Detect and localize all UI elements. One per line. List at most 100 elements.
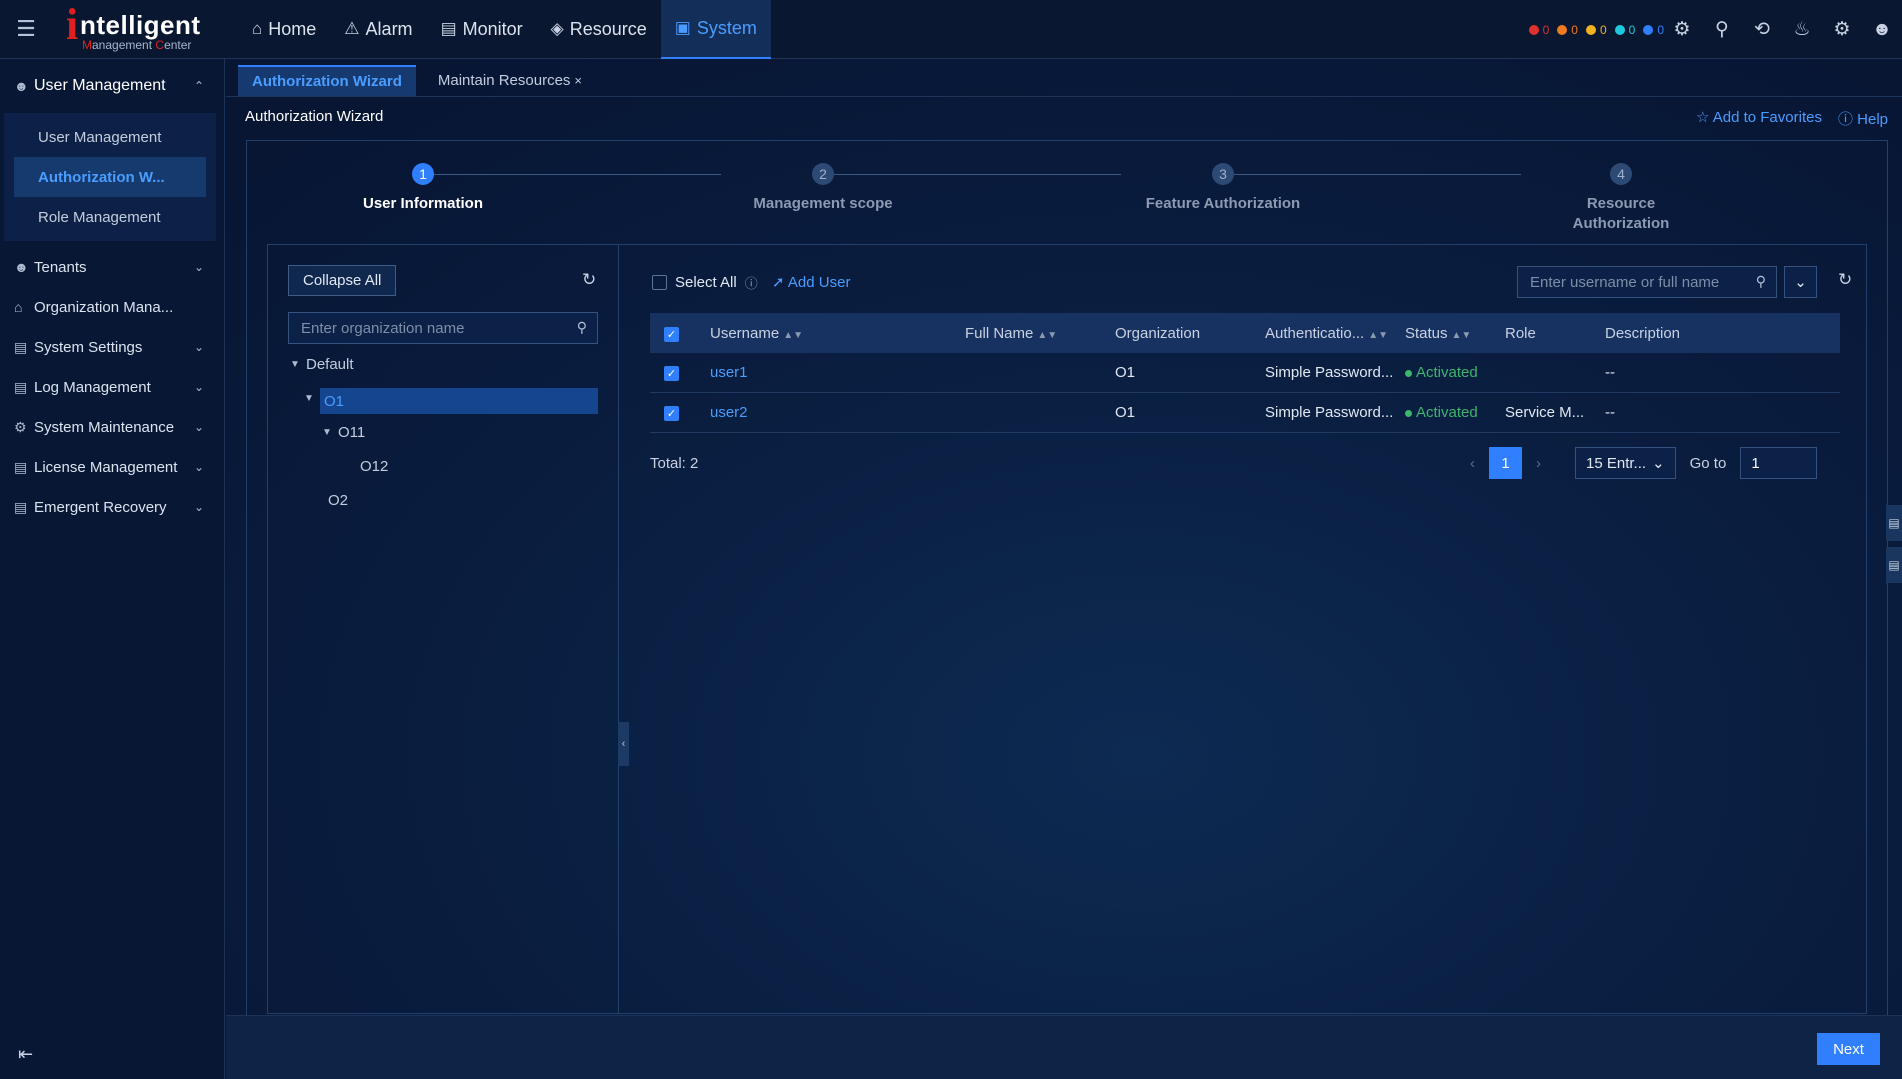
step-management-scope: 2 Management scope <box>723 160 923 214</box>
chevron-down-icon: ⌄ <box>193 340 204 354</box>
step-user-information: 1 User Information <box>323 160 523 214</box>
page-size-select[interactable]: 15 Entr... ⌄ <box>1575 447 1676 479</box>
add-user-button[interactable]: ➚ Add User <box>772 273 850 291</box>
collapse-panel-handle[interactable]: ‹ <box>618 722 629 766</box>
edge-tool-icon[interactable]: ▤ <box>1886 547 1902 583</box>
edge-tool-icon[interactable]: ▤ <box>1886 505 1902 541</box>
logo: i ntelligent Management Center <box>66 0 201 52</box>
sidebar-group-license-management[interactable]: ▤ License Management ⌄ <box>0 447 224 487</box>
user-management-submenu: User Management Authorization W... Role … <box>4 113 216 241</box>
sidebar-item-authorization-wizard[interactable]: Authorization W... <box>14 157 206 197</box>
tenant-icon: ☻ <box>14 259 29 275</box>
maintenance-icon: ⚙ <box>14 418 27 435</box>
sidebar-group-log-management[interactable]: ▤ Log Management ⌄ <box>0 367 224 407</box>
advanced-search-toggle[interactable]: ⌄ <box>1784 266 1817 298</box>
sidebar-group-tenants[interactable]: ☻ Tenants ⌄ <box>0 247 224 287</box>
user-search-input[interactable]: Enter username or full name ⚲ <box>1517 266 1777 298</box>
organization-cell: O1 <box>1115 404 1136 421</box>
select-all-control[interactable]: Select All ⓘ <box>652 273 758 292</box>
chevron-down-icon: ⌄ <box>193 380 204 394</box>
sort-icon[interactable]: ▲▼ <box>1452 330 1472 341</box>
row-checkbox[interactable]: ✓ <box>664 366 679 381</box>
menu-toggle-icon[interactable]: ☰ <box>0 0 52 59</box>
page-number-button[interactable]: 1 <box>1489 447 1522 479</box>
sidebar-group-organization[interactable]: ⌂ Organization Mana... <box>0 287 224 327</box>
help-link[interactable]: ⓘ Help <box>1838 108 1888 129</box>
nav-monitor[interactable]: ▤ Monitor <box>427 0 537 59</box>
collapse-sidebar-icon[interactable]: ⇤ <box>18 1044 33 1065</box>
tab-maintain-resources[interactable]: Maintain Resources × <box>424 65 596 96</box>
bell-icon[interactable]: ♨ <box>1792 18 1812 41</box>
prev-page-icon[interactable]: ‹ <box>1470 455 1475 472</box>
row-checkbox[interactable]: ✓ <box>664 406 679 421</box>
top-bar: ☰ i ntelligent Management Center ⌂ Home ⚠… <box>0 0 1902 59</box>
organization-search-input[interactable]: Enter organization name ⚲ <box>288 312 598 344</box>
user-icon[interactable]: ☻ <box>1872 19 1892 41</box>
sidebar-group-emergent-recovery[interactable]: ▤ Emergent Recovery ⌄ <box>0 487 224 527</box>
sidebar-group-system-maintenance[interactable]: ⚙ System Maintenance ⌄ <box>0 407 224 447</box>
major-alarm-dot <box>1557 24 1568 35</box>
alarm-settings-icon[interactable]: ⚙ <box>1672 18 1692 41</box>
sidebar-group-user-management[interactable]: ☻ User Management ⌃ <box>0 59 224 113</box>
role-cell: Service M... <box>1505 404 1585 421</box>
close-icon[interactable]: × <box>574 73 582 88</box>
next-page-icon[interactable]: › <box>1536 455 1541 472</box>
column-status[interactable]: Status ▲▼ <box>1395 325 1495 342</box>
nav-resource[interactable]: ◈ Resource <box>537 0 661 59</box>
tree-node-default[interactable]: ▼ Default <box>290 351 354 377</box>
status-badge: Activated <box>1395 404 1495 421</box>
username-link[interactable]: user1 <box>700 364 955 381</box>
caret-down-icon[interactable]: ▼ <box>322 427 338 438</box>
sort-icon[interactable]: ▲▼ <box>1368 330 1388 341</box>
column-authentication[interactable]: Authenticatio... ▲▼ <box>1255 325 1395 342</box>
column-description: Description <box>1605 324 1681 342</box>
info-alarm-dot <box>1643 24 1654 35</box>
gear-icon[interactable]: ⚙ <box>1832 18 1852 41</box>
select-all-checkbox[interactable] <box>652 275 667 290</box>
refresh-icon[interactable]: ↻ <box>1838 270 1852 290</box>
sort-icon[interactable]: ▲▼ <box>1037 330 1057 341</box>
tree-node-o1[interactable]: O1 <box>320 388 598 414</box>
monitor-icon: ▤ <box>440 19 457 38</box>
tree-node-o2[interactable]: O2 <box>328 487 348 513</box>
column-username[interactable]: Username ▲▼ <box>700 325 955 342</box>
nav-system[interactable]: ▣ System <box>660 0 771 59</box>
sidebar-item-role-management[interactable]: Role Management <box>4 197 216 237</box>
tree-node-o11[interactable]: ▼ O11 <box>322 419 365 445</box>
license-icon: ▤ <box>14 458 28 475</box>
search-icon[interactable]: ⚲ <box>577 319 587 336</box>
caret-down-icon[interactable]: ▼ <box>290 359 306 370</box>
step-resource-authorization: 4 Resource Authorization <box>1546 160 1696 234</box>
tab-authorization-wizard[interactable]: Authorization Wizard <box>238 65 416 96</box>
search-icon[interactable]: ⚲ <box>1712 18 1732 41</box>
header-checkbox[interactable]: ✓ <box>664 326 679 342</box>
help-icon[interactable]: ⓘ <box>745 273 758 292</box>
minor-alarm-dot <box>1585 24 1596 35</box>
sort-icon[interactable]: ▲▼ <box>783 330 803 341</box>
sidebar-group-system-settings[interactable]: ▤ System Settings ⌄ <box>0 327 224 367</box>
nav-home[interactable]: ⌂ Home <box>238 0 330 59</box>
refresh-icon[interactable]: ↻ <box>582 270 596 290</box>
feedback-icon[interactable]: ⟲ <box>1752 18 1772 41</box>
goto-page-input[interactable]: 1 <box>1740 447 1818 479</box>
status-dot <box>1405 409 1412 417</box>
add-user-icon: ➚ <box>772 274 785 291</box>
log-icon: ▤ <box>14 378 28 395</box>
authentication-cell: Simple Password... <box>1265 404 1394 421</box>
table-row: ✓ user1 O1 Simple Password... Activated … <box>650 353 1840 393</box>
add-to-favorites-link[interactable]: ☆ Add to Favorites <box>1696 108 1822 129</box>
username-link[interactable]: user2 <box>700 404 955 421</box>
next-button[interactable]: Next <box>1817 1033 1880 1065</box>
column-organization: Organization <box>1115 324 1201 342</box>
tree-node-o12[interactable]: O12 <box>360 453 388 479</box>
alarm-summary[interactable]: 0 0 0 0 0 ⚙ <box>1528 18 1692 41</box>
page-links: ☆ Add to Favorites ⓘ Help <box>1696 108 1888 129</box>
sidebar-item-user-management[interactable]: User Management <box>4 117 216 157</box>
top-right-tools: 0 0 0 0 0 ⚙ ⚲ ⟲ ♨ ⚙ ☻ <box>1528 0 1892 59</box>
collapse-all-button[interactable]: Collapse All <box>288 265 397 296</box>
caret-down-icon[interactable]: ▼ <box>304 393 320 404</box>
total-count: Total: 2 <box>650 454 699 472</box>
column-full-name[interactable]: Full Name ▲▼ <box>955 325 1105 342</box>
nav-alarm[interactable]: ⚠ Alarm <box>330 0 426 59</box>
search-icon[interactable]: ⚲ <box>1756 273 1766 290</box>
